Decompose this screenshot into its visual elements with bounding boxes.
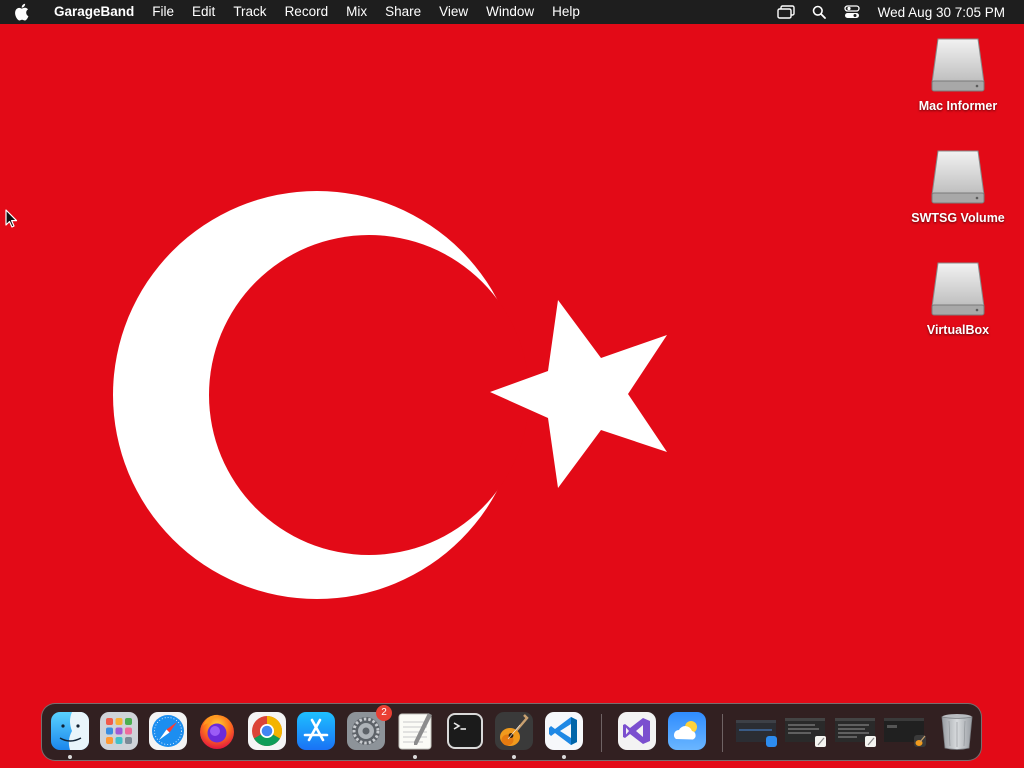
- desktop-icon-mac-informer[interactable]: Mac Informer: [903, 35, 1013, 113]
- window-thumbnail-icon: [835, 718, 876, 747]
- safari-icon: [149, 712, 187, 750]
- menu-bar: GarageBand File Edit Track Record Mix Sh…: [0, 0, 1024, 24]
- window-thumbnail-icon: [736, 720, 777, 747]
- textedit-icon: [398, 713, 432, 750]
- crescent-inner: [209, 235, 529, 555]
- desktop-icon-label: VirtualBox: [926, 323, 990, 337]
- dock-garageband[interactable]: [494, 711, 534, 759]
- search-icon[interactable]: [809, 3, 829, 21]
- mouse-cursor-icon: [5, 209, 18, 228]
- guitar-icon: [495, 712, 533, 750]
- desktop-wallpaper: [0, 0, 1024, 768]
- drive-icon: [931, 262, 985, 316]
- running-indicator: [562, 755, 566, 759]
- dock-weather[interactable]: [667, 711, 707, 751]
- app-store-icon: [297, 712, 335, 750]
- terminal-icon: [447, 713, 483, 749]
- desktop-icon-label: SWTSG Volume: [911, 211, 1005, 225]
- menu-help[interactable]: Help: [543, 0, 589, 24]
- drive-icon: [931, 38, 985, 92]
- desktop-icon-swtsg-volume[interactable]: SWTSG Volume: [903, 147, 1013, 225]
- apple-menu-icon[interactable]: [13, 3, 39, 21]
- dock-separator: [722, 714, 723, 752]
- screen-mirroring-icon[interactable]: [776, 3, 796, 21]
- desktop-icon-label: Mac Informer: [918, 99, 998, 113]
- dock-minimized-window-textedit-1[interactable]: [785, 716, 831, 748]
- menu-view[interactable]: View: [430, 0, 477, 24]
- drive-icon: [931, 150, 985, 204]
- running-indicator: [512, 755, 516, 759]
- firefox-icon: [200, 714, 234, 749]
- dock-terminal[interactable]: [445, 711, 485, 751]
- dock: 2: [41, 703, 982, 761]
- dock-minimized-window-textedit-2[interactable]: [835, 716, 881, 748]
- chrome-icon: [248, 712, 286, 750]
- dock-app-store[interactable]: [296, 711, 336, 751]
- control-center-icon[interactable]: [842, 3, 862, 21]
- desktop-icon-virtualbox[interactable]: VirtualBox: [903, 259, 1013, 337]
- launchpad-icon: [100, 712, 138, 750]
- dock-minimized-window-garageband[interactable]: [884, 716, 930, 748]
- app-menu-garageband[interactable]: GarageBand: [45, 0, 143, 24]
- running-indicator: [68, 755, 72, 759]
- dock-minimized-window-finder[interactable]: [736, 716, 782, 748]
- menu-file[interactable]: File: [143, 0, 183, 24]
- window-thumbnail-icon: [785, 718, 826, 747]
- dock-launchpad[interactable]: [99, 711, 139, 751]
- trash-icon: [941, 714, 973, 750]
- menu-record[interactable]: Record: [276, 0, 338, 24]
- dock-separator: [601, 714, 602, 752]
- dock-trash[interactable]: [937, 711, 977, 751]
- menu-track[interactable]: Track: [224, 0, 275, 24]
- menu-edit[interactable]: Edit: [183, 0, 224, 24]
- running-indicator: [413, 755, 417, 759]
- menu-window[interactable]: Window: [477, 0, 543, 24]
- dock-safari[interactable]: [148, 711, 188, 751]
- menu-mix[interactable]: Mix: [337, 0, 376, 24]
- dock-firefox[interactable]: [197, 711, 237, 751]
- weather-icon: [668, 712, 706, 750]
- dock-google-chrome[interactable]: [247, 711, 287, 751]
- dock-textedit[interactable]: [395, 711, 435, 759]
- dock-visual-studio[interactable]: [617, 711, 657, 751]
- menubar-clock[interactable]: Wed Aug 30 7:05 PM: [878, 5, 1005, 20]
- menu-share[interactable]: Share: [376, 0, 430, 24]
- finder-icon: [51, 712, 89, 750]
- dock-finder[interactable]: [50, 711, 90, 759]
- visual-studio-icon: [618, 712, 656, 750]
- notification-badge: 2: [376, 705, 392, 721]
- window-thumbnail-icon: [884, 718, 926, 747]
- vscode-icon: [545, 712, 583, 750]
- dock-visual-studio-code[interactable]: [544, 711, 584, 759]
- dock-system-settings[interactable]: 2: [346, 705, 392, 751]
